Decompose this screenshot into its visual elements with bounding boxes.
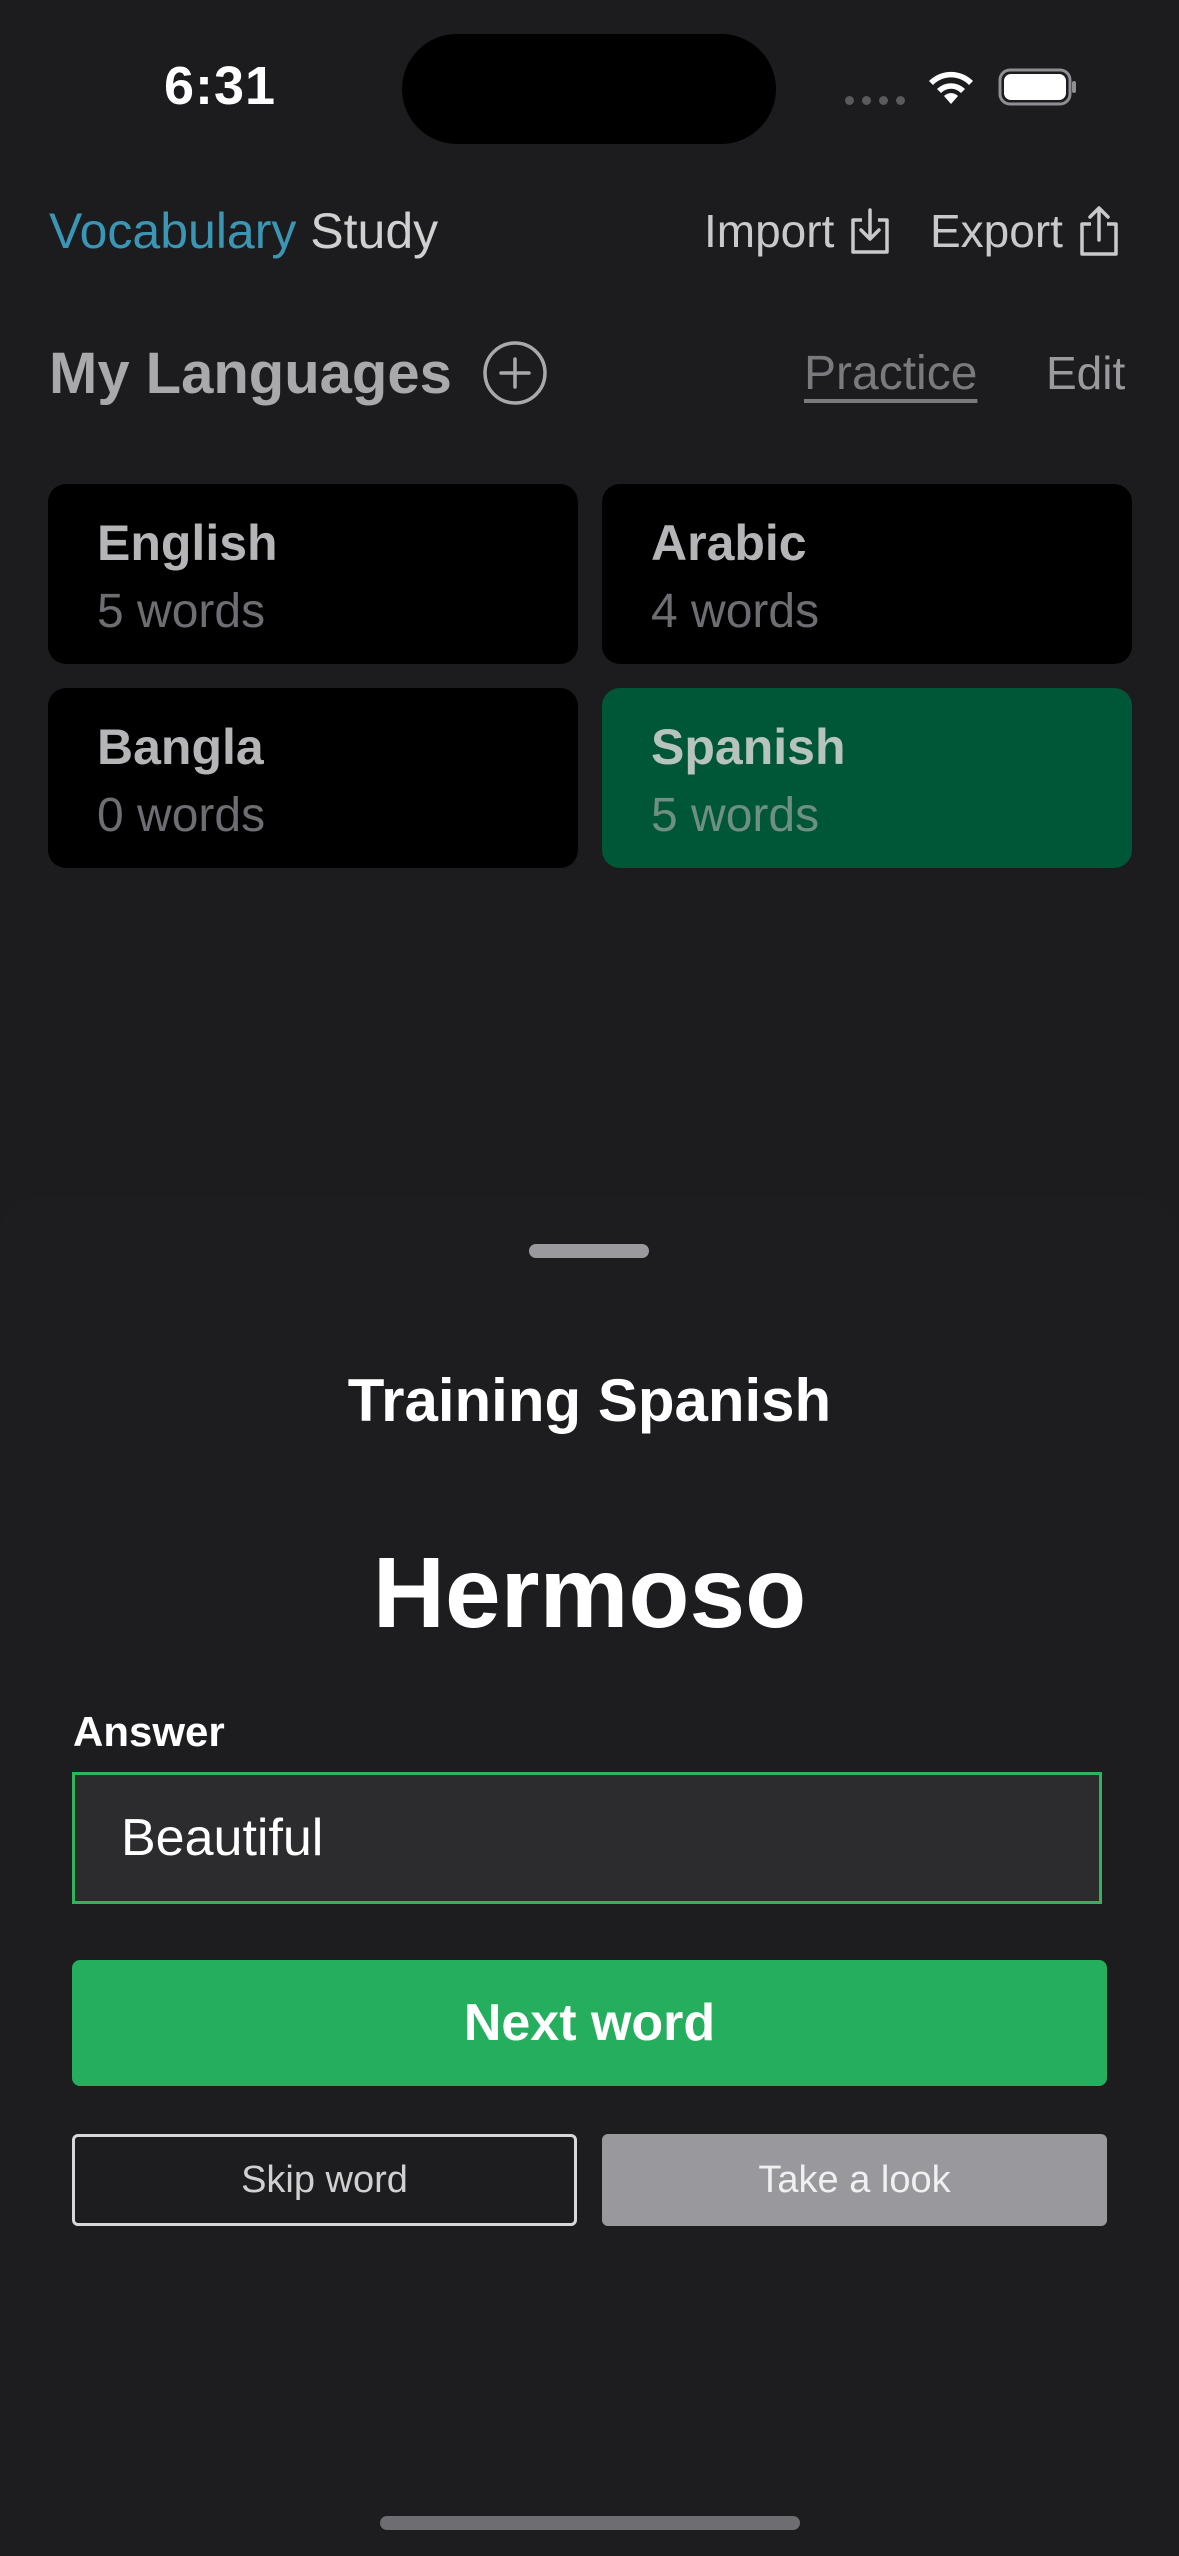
language-word-count: 4 words: [651, 585, 820, 638]
language-word-count: 5 words: [651, 789, 820, 842]
training-word: Hermoso: [372, 1537, 807, 1649]
training-sheet: Training Spanish Hermoso Answer Next wor…: [0, 1196, 1179, 2556]
plus-circle-icon[interactable]: [482, 340, 548, 406]
app-title-rest: Study: [310, 203, 439, 259]
language-word-count: 0 words: [97, 789, 266, 842]
language-card-spanish[interactable]: Spanish 5 words: [602, 688, 1132, 868]
dynamic-island: [402, 34, 776, 144]
app-header: Vocabulary Study Import Export: [0, 190, 1179, 270]
app-title-accent: Vocabulary: [49, 203, 297, 259]
answer-label: Answer: [73, 1708, 225, 1755]
language-card-english[interactable]: English 5 words: [48, 484, 578, 664]
practice-link[interactable]: Practice: [804, 346, 977, 401]
language-name: Spanish: [651, 719, 846, 775]
languages-header: My Languages Practice Edit: [0, 330, 1179, 420]
language-name: English: [97, 515, 278, 571]
home-indicator[interactable]: [380, 2516, 800, 2530]
language-name: Bangla: [97, 719, 264, 775]
background-app: 6:31 Vocabulary Study Import Export My L…: [0, 0, 1179, 1200]
app-title: Vocabulary Study: [49, 202, 438, 260]
answer-input[interactable]: [72, 1772, 1102, 1904]
language-card-bangla[interactable]: Bangla 0 words: [48, 688, 578, 868]
cellular-signal-icon: [845, 92, 913, 110]
import-button[interactable]: Import: [704, 204, 892, 258]
export-button[interactable]: Export: [930, 204, 1121, 258]
share-arrow-up-icon: [1080, 206, 1118, 256]
next-word-button[interactable]: Next word: [72, 1960, 1107, 2086]
take-a-look-button[interactable]: Take a look: [602, 2134, 1107, 2226]
tray-arrow-down-icon: [851, 208, 890, 254]
export-label: Export: [930, 205, 1063, 257]
status-bar: 6:31: [0, 0, 1179, 170]
status-time: 6:31: [164, 56, 277, 116]
skip-word-button[interactable]: Skip word: [72, 2134, 577, 2226]
battery-icon: [998, 68, 1076, 106]
training-title: Training Spanish: [347, 1367, 832, 1434]
languages-title: My Languages: [49, 341, 452, 406]
language-name: Arabic: [651, 515, 807, 571]
language-card-arabic[interactable]: Arabic 4 words: [602, 484, 1132, 664]
language-word-count: 5 words: [97, 585, 266, 638]
import-label: Import: [704, 205, 835, 257]
edit-button[interactable]: Edit: [1046, 346, 1125, 400]
wifi-icon: [929, 71, 973, 104]
sheet-grabber[interactable]: [529, 1244, 649, 1258]
